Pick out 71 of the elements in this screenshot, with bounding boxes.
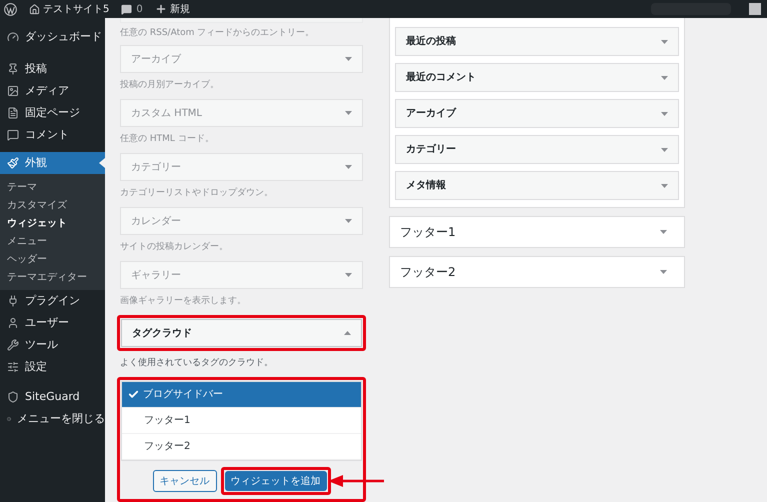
sidebar-item[interactable]: SiteGuard: [0, 386, 105, 408]
sidebar-item[interactable]: コメント: [0, 124, 105, 146]
area-option[interactable]: フッター2: [122, 434, 361, 460]
sidebar-item[interactable]: ユーザー: [0, 312, 105, 334]
widget-header[interactable]: 最近の投稿: [395, 27, 679, 56]
caret-down-icon: [345, 273, 352, 277]
image-icon: [7, 85, 19, 97]
widget-header[interactable]: メタ情報: [395, 171, 679, 200]
caret-down-icon: [661, 112, 668, 116]
sidebar-item[interactable]: プラグイン: [0, 290, 105, 312]
gauge-icon: [7, 31, 19, 43]
widget-header[interactable]: カテゴリー: [395, 135, 679, 164]
cancel-button[interactable]: キャンセル: [152, 470, 216, 492]
shield-icon: [7, 391, 19, 403]
widget-description: 任意の HTML コード。: [119, 132, 215, 146]
widget-area-header[interactable]: フッター2: [389, 256, 685, 288]
sidebar-item[interactable]: 設定: [0, 356, 105, 378]
caret-down-icon: [345, 165, 352, 169]
submenu-item[interactable]: テーマ: [0, 178, 105, 196]
submenu-item[interactable]: ウィジェット: [0, 214, 105, 232]
widget-header[interactable]: 最近のコメント: [395, 63, 679, 92]
paintbrush-icon: [7, 157, 19, 169]
sidebar-item[interactable]: ツール: [0, 334, 105, 356]
caret-down-icon: [661, 148, 668, 152]
site-name-link[interactable]: テストサイト5: [43, 2, 110, 16]
submenu-item[interactable]: テーマエディター: [0, 268, 105, 286]
sidebar-item[interactable]: 固定ページ: [0, 102, 105, 124]
plug-icon: [7, 295, 19, 307]
sidebar-item[interactable]: メニューを閉じる: [0, 408, 105, 430]
sidebar-item[interactable]: 外観: [0, 152, 105, 174]
settings-icon: [7, 361, 19, 373]
caret-down-icon: [660, 230, 667, 234]
home-icon[interactable]: [29, 4, 40, 14]
caret-down-icon: [661, 76, 668, 80]
widget-header[interactable]: タグクラウド: [121, 319, 362, 347]
comment-count: 0: [136, 2, 143, 16]
caret-up-icon: [344, 331, 351, 335]
speech-bubble-icon[interactable]: [121, 4, 132, 14]
caret-down-icon: [660, 270, 667, 274]
user-icon: [7, 317, 19, 329]
widget-description: 投稿の月別アーカイブ。: [119, 78, 220, 92]
checkmark-icon: [128, 389, 139, 400]
submenu-item[interactable]: ヘッダー: [0, 250, 105, 268]
area-option[interactable]: ブログサイドバー: [122, 382, 361, 408]
page-icon: [7, 107, 19, 119]
caret-down-icon: [661, 40, 668, 44]
plus-icon[interactable]: [154, 3, 167, 15]
area-option[interactable]: フッター1: [122, 408, 361, 434]
widget-header[interactable]: アーカイブ: [395, 99, 679, 128]
widget-description: よく使用されているタグのクラウド。: [119, 356, 274, 370]
speech-bubble-icon: [7, 129, 19, 141]
caret-down-icon: [345, 57, 352, 61]
widget-description: 任意の RSS/Atom フィードからのエントリー。: [119, 26, 316, 40]
widget-area-header[interactable]: フッター1: [389, 216, 685, 248]
sidebar-item[interactable]: メディア: [0, 80, 105, 102]
caret-down-icon: [345, 219, 352, 223]
wrench-icon: [7, 339, 19, 351]
logo-icon[interactable]: [4, 2, 17, 16]
caret-down-icon: [345, 111, 352, 115]
caret-down-icon: [661, 184, 668, 188]
widget-description: 画像ギャラリーを表示します。: [119, 294, 247, 308]
widget-description: カテゴリーリストやドロップダウン。: [119, 186, 274, 200]
sidebar-item[interactable]: 投稿: [0, 58, 105, 80]
widget-description: サイトの投稿カレンダー。: [119, 240, 229, 254]
submenu-item[interactable]: カスタマイズ: [0, 196, 105, 214]
sidebar-item[interactable]: ダッシュボード: [0, 26, 105, 48]
submenu-item[interactable]: メニュー: [0, 232, 105, 250]
pin-icon: [7, 63, 19, 75]
current-pointer-icon: [99, 158, 105, 168]
new-link[interactable]: 新規: [170, 2, 190, 16]
add-widget-button[interactable]: ウィジェットを追加: [224, 471, 326, 491]
